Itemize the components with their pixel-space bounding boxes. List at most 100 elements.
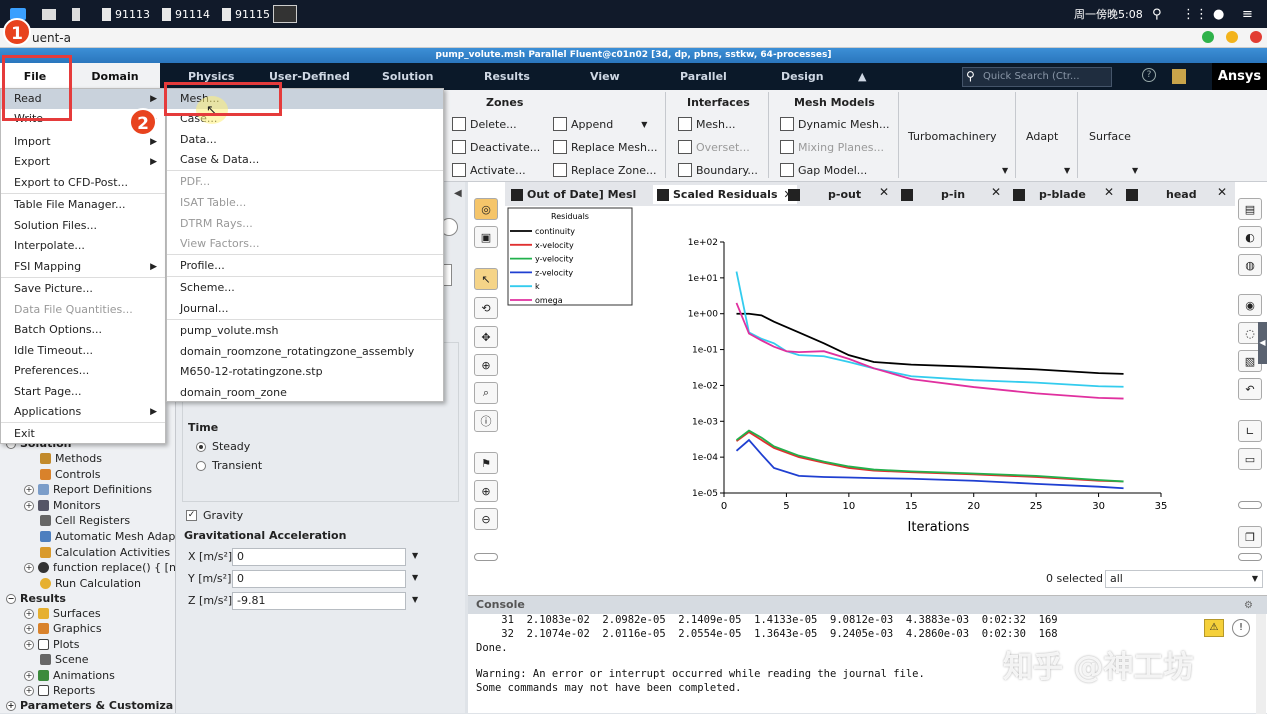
menu-item-applications[interactable]: Applications ▶ [1,402,165,422]
recent-file-3[interactable]: M650-12-rotatingzone.stp [167,362,443,382]
toolbar-scroll-handle[interactable] [474,553,498,561]
menu-item-fsi-mapping[interactable]: FSI Mapping ▶ [1,257,165,277]
folder-icon[interactable] [42,5,56,23]
expand-icon[interactable]: + [24,500,34,511]
tree-parameters[interactable]: + Parameters & Customiza [6,699,173,712]
boundary-button[interactable]: Boundary... [678,163,758,177]
menu-item-data-file-quantities[interactable]: Data File Quantities... [1,300,165,320]
menu-item-exit[interactable]: Exit [1,424,165,444]
recent-file-4[interactable]: domain_room_zone [167,383,443,403]
quick-search-input[interactable]: Quick Search (Ctr... [962,67,1112,87]
tree-item-report-definitions[interactable]: + Report Definitions [24,483,152,496]
z-gravity-input[interactable]: -9.81 [232,592,406,610]
tab-p-out[interactable]: p-out [788,185,861,204]
tab-results[interactable]: Results [484,63,530,90]
close-button[interactable] [1250,31,1262,43]
user-icon[interactable]: ● [1213,5,1224,23]
warning-icon[interactable]: ⚠ [1204,619,1224,637]
recent-file-2[interactable]: domain_roomzone_rotatingzone_assembly [167,342,443,362]
gravity-checkbox[interactable]: ✓ Gravity [186,509,243,522]
interface-mesh-button[interactable]: Mesh... [678,117,735,131]
taskbar-item-2[interactable]: 91114 [162,5,210,23]
turbomachinery-button[interactable]: Turbomachinery [908,130,997,143]
menu-item-start-page[interactable]: Start Page... [1,382,165,402]
expand-icon[interactable]: + [24,623,34,634]
view-iso-icon[interactable]: ◍ [1238,254,1262,276]
replace-zone-button[interactable]: Replace Zone... [553,163,657,177]
notes-icon[interactable] [1172,69,1186,84]
help-icon[interactable]: ? [1142,68,1156,82]
transient-radio[interactable]: Transient [196,459,262,472]
tree-item-reports[interactable]: + Reports [24,684,95,697]
append-button[interactable]: Append ▼ [553,117,647,131]
menu-item-interpolate[interactable]: Interpolate... [1,236,165,256]
copy-icon[interactable]: ❐ [1238,526,1262,548]
dropdown-arrow-icon[interactable]: ▼ [641,120,647,129]
delete-zone-button[interactable]: Delete... [452,117,517,131]
menu-icon[interactable]: ≡ [1242,5,1253,23]
apps-grid-icon[interactable]: ⋮⋮ [1182,5,1208,23]
tab-p-in[interactable]: p-in [901,185,965,204]
replace-mesh-button[interactable]: Replace Mesh... [553,140,657,154]
recent-file-1[interactable]: pump_volute.msh [167,321,443,341]
tab-solution[interactable]: Solution [382,63,434,90]
menu-item-solution-files[interactable]: Solution Files... [1,216,165,236]
tree-item-animations[interactable]: + Animations [24,669,115,682]
console-settings-icon[interactable]: ⚙ [1244,600,1253,611]
tab-mesh-window[interactable]: Out of Date] Mesl [511,185,636,204]
info-icon[interactable]: ! [1232,619,1250,637]
tree-item-methods[interactable]: Methods [40,452,102,465]
view-front-icon[interactable]: ▤ [1238,198,1262,220]
tree-item-automatic-mesh-adaption[interactable]: Automatic Mesh Adap [40,530,175,543]
menu-item-table-file-manager[interactable]: Table File Manager... [1,195,165,215]
maximize-button[interactable] [1226,31,1238,43]
tree-item-controls[interactable]: Controls [40,468,101,481]
pin-icon[interactable] [72,5,80,23]
submenu-item-pdf[interactable]: PDF... [167,172,443,192]
view-eye-icon[interactable]: ◉ [1238,294,1262,316]
dropdown-arrow-icon[interactable]: ▼ [412,573,418,582]
submenu-item-case-data[interactable]: Case & Data... [167,150,443,170]
adapt-button[interactable]: Adapt [1026,130,1058,143]
y-gravity-input[interactable]: 0 [232,570,406,588]
dynamic-mesh-button[interactable]: Dynamic Mesh... [780,117,889,131]
close-tab-icon[interactable]: ✕ [1217,185,1227,199]
network-icon[interactable]: ⚲ [1152,5,1162,23]
gap-model-button[interactable]: Gap Model... [780,163,867,177]
tree-item-scene[interactable]: Scene [40,653,89,666]
console-scrollbar[interactable] [1256,614,1266,714]
collapse-icon[interactable]: − [6,593,16,604]
expand-icon[interactable]: + [24,608,34,619]
dropdown-arrow-icon[interactable]: ▼ [1132,166,1138,175]
surface-button[interactable]: Surface [1089,130,1131,143]
close-tab-icon[interactable]: ✕ [1104,185,1114,199]
tab-view[interactable]: View [590,63,620,90]
expand-icon[interactable]: + [24,670,34,681]
close-tab-icon[interactable]: ✕ [879,185,889,199]
close-tab-icon[interactable]: ✕ [991,185,1001,199]
menu-item-preferences[interactable]: Preferences... [1,361,165,381]
expand-icon[interactable]: + [6,700,16,711]
expand-icon[interactable]: + [24,562,34,573]
tree-item-plots[interactable]: + Plots [24,638,79,651]
expand-icon[interactable]: + [24,685,34,696]
tree-item-graphics[interactable]: + Graphics [24,622,102,635]
selection-filter-select[interactable]: all ▼ [1105,570,1263,588]
tree-results[interactable]: − Results [6,592,66,605]
toolbar-scroll-handle[interactable] [1238,501,1262,509]
tab-domain[interactable]: Domain [70,63,160,90]
minimize-button[interactable] [1202,31,1214,43]
submenu-item-data[interactable]: Data... [167,130,443,150]
submenu-item-isat-table[interactable]: ISAT Table... [167,193,443,213]
tab-p-blade[interactable]: p-blade [1013,185,1086,204]
tab-parallel[interactable]: Parallel [680,63,727,90]
tree-item-initialization[interactable]: Calculation Activities [40,546,170,559]
menu-item-idle-timeout[interactable]: Idle Timeout... [1,341,165,361]
menu-item-export-cfd-post[interactable]: Export to CFD-Post... [1,173,165,193]
mixing-planes-button[interactable]: Mixing Planes... [780,140,884,154]
overset-button[interactable]: Overset... [678,140,750,154]
side-panel-toggle[interactable]: ◀ [1258,322,1267,364]
view-side-icon[interactable]: ◐ [1238,226,1262,248]
undo-view-icon[interactable]: ↶ [1238,378,1262,400]
activate-zone-button[interactable]: Activate... [452,163,526,177]
